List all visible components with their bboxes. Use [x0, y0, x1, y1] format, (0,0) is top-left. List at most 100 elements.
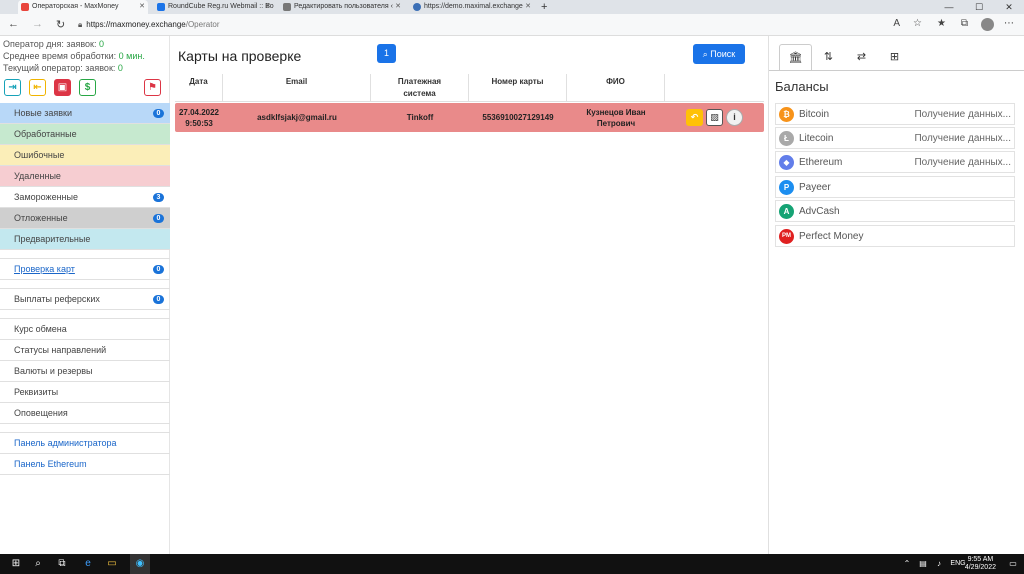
- windows-taskbar: ⊞ ⌕ ⧉ e ▭ ◉ ⌃ ▤ ♪ ENG 9:55 AM 4/29/2022 …: [0, 554, 1024, 574]
- page: Оператор дня: заявок: 0 Среднее время об…: [0, 36, 1024, 554]
- running-exit-icon[interactable]: ⚑: [144, 79, 161, 96]
- sidebar-item-referral-payouts[interactable]: Выплаты реферских 0: [0, 289, 170, 310]
- more-icon[interactable]: ⋯: [1004, 18, 1014, 29]
- task-view-icon[interactable]: ⧉: [52, 554, 72, 574]
- edge-browser-icon[interactable]: ◉: [130, 554, 150, 574]
- address-bar: ← → ↻ 🔒︎ https://maxmoney.exchange/Operat…: [0, 14, 1024, 36]
- back-icon[interactable]: ←: [8, 18, 19, 30]
- sort-icon[interactable]: ⇅: [812, 44, 845, 70]
- sidebar-item-preliminary[interactable]: Предварительные: [0, 229, 170, 250]
- favorites-icon[interactable]: ★: [937, 18, 946, 29]
- bitcoin-icon: ₿: [779, 107, 794, 122]
- sidebar-item-notifications[interactable]: Оповещения: [0, 403, 170, 424]
- browser-tab[interactable]: Редактировать пользователя ‹ ✕: [280, 0, 404, 14]
- sidebar: Оператор дня: заявок: 0 Среднее время об…: [0, 36, 170, 554]
- payeer-icon: P: [779, 180, 794, 195]
- sidebar-item-currencies-reserves[interactable]: Валюты и резервы: [0, 361, 170, 382]
- page-favicon-icon: [283, 3, 291, 11]
- menu-divider: [0, 250, 170, 259]
- file-explorer-icon[interactable]: ▭: [102, 554, 122, 574]
- edge-legacy-icon[interactable]: e: [78, 554, 98, 574]
- windows-start-icon[interactable]: ⊞: [6, 554, 26, 574]
- bank-icon[interactable]: 🏛︎: [779, 44, 812, 70]
- login-icon[interactable]: ⇥: [4, 79, 21, 96]
- cell-card-number: 5536910027129149: [482, 113, 554, 122]
- operator-day-stat: Оператор дня: заявок: 0: [3, 39, 105, 49]
- close-tab-icon[interactable]: ✕: [265, 0, 271, 14]
- sidebar-item-processed[interactable]: Обработанные: [0, 124, 170, 145]
- lock-icon[interactable]: ▣: [54, 79, 71, 96]
- table-row: 27.04.2022 9:50:53 asdklfsjakj@gmail.ru …: [175, 103, 764, 132]
- dollar-icon[interactable]: $: [79, 79, 96, 96]
- search-icon[interactable]: ⌕: [28, 554, 48, 574]
- volume-icon[interactable]: ♪: [932, 554, 946, 574]
- browser-tab[interactable]: https://demo.maximal.exchange ✕: [410, 0, 534, 14]
- sidebar-item-exchange-rate[interactable]: Курс обмена: [0, 319, 170, 340]
- operator-actions: ⇥ ⇤ ▣ $ ⚑: [4, 79, 169, 96]
- sidebar-item-erroneous[interactable]: Ошибочные: [0, 145, 170, 166]
- right-panel-tabs: 🏛︎ ⇅ ⇄ ⊞: [779, 44, 911, 70]
- tab-title: Редактировать пользователя ‹: [294, 3, 393, 10]
- sidebar-item-ethereum-panel[interactable]: Панель Ethereum: [0, 454, 170, 475]
- browser-tab[interactable]: RoundCube Reg.ru Webmail :: Bo ✕: [154, 0, 274, 14]
- tray-chevron-icon[interactable]: ⌃: [900, 554, 914, 574]
- wordpress-favicon-icon: [413, 3, 421, 11]
- close-tab-icon[interactable]: ✕: [525, 0, 531, 14]
- maximize-icon[interactable]: ☐: [964, 0, 994, 14]
- search-icon: ⌕: [702, 49, 708, 59]
- table-header: Дата Email Платежная система Номер карты…: [175, 74, 764, 102]
- system-clock[interactable]: 9:55 AM 4/29/2022: [965, 556, 996, 572]
- url-path: /Operator: [185, 20, 220, 29]
- sidebar-item-postponed[interactable]: Отложенные 0: [0, 208, 170, 229]
- close-tab-icon[interactable]: ✕: [395, 0, 401, 14]
- read-aloud-icon[interactable]: A: [893, 18, 900, 29]
- menu-divider: [0, 310, 170, 319]
- image-icon[interactable]: ▨: [706, 109, 723, 126]
- sidebar-item-deleted[interactable]: Удаленные: [0, 166, 170, 187]
- count-badge: 0: [153, 109, 164, 118]
- favorite-icon[interactable]: ☆: [913, 18, 922, 29]
- close-window-icon[interactable]: ✕: [994, 0, 1024, 14]
- avg-time-stat: Среднее время обработки: 0 мин.: [3, 51, 145, 61]
- sidebar-item-new-orders[interactable]: Новые заявки 0: [0, 103, 170, 124]
- undo-icon[interactable]: ↶: [686, 109, 703, 126]
- notifications-icon[interactable]: ▭: [1006, 554, 1020, 574]
- tab-title: Операторская - MaxMoney: [32, 3, 119, 10]
- close-tab-icon[interactable]: ✕: [139, 0, 145, 14]
- add-box-icon[interactable]: ⊞: [878, 44, 911, 70]
- url-field[interactable]: 🔒︎ https://maxmoney.exchange/Operator: [78, 17, 958, 33]
- column-header-card-number: Номер карты: [469, 74, 567, 101]
- browser-tab[interactable]: Операторская - MaxMoney ✕: [18, 0, 148, 14]
- refresh-icon[interactable]: ↻: [56, 18, 65, 31]
- sidebar-item-card-check[interactable]: Проверка карт 0: [0, 259, 170, 280]
- new-tab-icon[interactable]: +: [538, 0, 552, 14]
- sidebar-item-requisites[interactable]: Реквизиты: [0, 382, 170, 403]
- column-header-email: Email: [223, 74, 371, 101]
- column-header-date: Дата: [175, 74, 223, 101]
- column-header-full-name: ФИО: [567, 74, 665, 101]
- balance-row-bitcoin: ₿ Bitcoin Получение данных...: [775, 103, 1015, 125]
- logout-icon[interactable]: ⇤: [29, 79, 46, 96]
- count-button[interactable]: 1: [377, 44, 396, 63]
- minimize-icon[interactable]: —: [934, 0, 964, 14]
- current-operator-stat: Текущий оператор: заявок: 0: [3, 63, 123, 73]
- exchange-icon[interactable]: ⇄: [845, 44, 878, 70]
- count-badge: 0: [153, 265, 164, 274]
- info-icon[interactable]: i: [726, 109, 743, 126]
- page-title: Карты на проверке: [178, 48, 302, 64]
- sidebar-item-direction-statuses[interactable]: Статусы направлений: [0, 340, 170, 361]
- balance-row-litecoin: Ł Litecoin Получение данных...: [775, 127, 1015, 149]
- profile-avatar[interactable]: [981, 18, 994, 31]
- forward-icon[interactable]: →: [32, 18, 43, 30]
- balance-row-payeer: P Payeer: [775, 176, 1015, 198]
- search-button[interactable]: ⌕ Поиск: [693, 44, 745, 64]
- roundcube-favicon-icon: [157, 3, 165, 11]
- browser-tab-bar: Операторская - MaxMoney ✕ RoundCube Reg.…: [0, 0, 1024, 14]
- sidebar-item-admin-panel[interactable]: Панель администратора: [0, 433, 170, 454]
- collections-icon[interactable]: ⧉: [961, 18, 968, 29]
- count-badge: 0: [153, 214, 164, 223]
- network-icon[interactable]: ▤: [916, 554, 930, 574]
- balance-row-ethereum: ◆ Ethereum Получение данных...: [775, 151, 1015, 173]
- sidebar-item-frozen[interactable]: Замороженные 3: [0, 187, 170, 208]
- balances-panel: 🏛︎ ⇅ ⇄ ⊞ Балансы ₿ Bitcoin Получение дан…: [768, 36, 1024, 554]
